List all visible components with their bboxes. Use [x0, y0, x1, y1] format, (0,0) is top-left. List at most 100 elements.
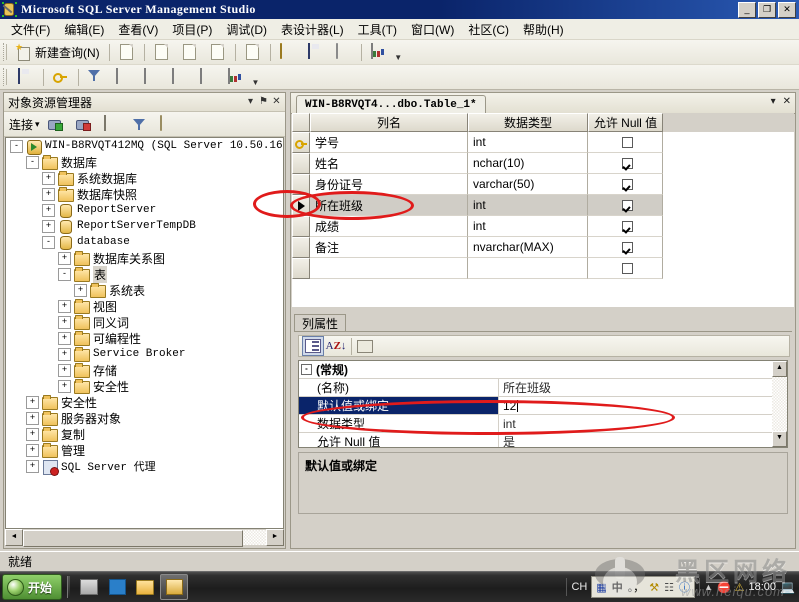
connect-button[interactable]: 连接 ▾	[7, 116, 42, 133]
column-name-cell[interactable]	[310, 258, 468, 279]
column-name-cell[interactable]: 学号	[310, 132, 468, 153]
tree-node[interactable]: +ReportServerTempDB	[6, 218, 283, 234]
ime-settings-icon[interactable]: ☷	[664, 581, 674, 594]
property-row[interactable]: 默认值或绑定12	[299, 397, 772, 415]
expand-icon[interactable]: +	[58, 252, 71, 265]
open-file-button[interactable]	[275, 42, 301, 63]
data-type-cell[interactable]: nchar(10)	[468, 153, 588, 174]
tree-node[interactable]: +系统表	[6, 282, 283, 298]
close-button[interactable]: ✕	[778, 2, 796, 18]
ime-punctuation-icon[interactable]: 。，	[628, 579, 645, 595]
allow-nulls-checkbox[interactable]	[622, 221, 633, 232]
start-button[interactable]: 开始	[2, 574, 62, 600]
allow-nulls-cell[interactable]	[588, 132, 663, 153]
table-row[interactable]: 姓名nchar(10)	[292, 153, 794, 174]
grid-header-cell-2[interactable]: 数据类型	[468, 113, 588, 132]
menu-item-3[interactable]: 项目(P)	[165, 19, 219, 40]
category-collapse-icon[interactable]: -	[301, 364, 312, 375]
scroll-up-icon[interactable]: ▲	[772, 361, 787, 377]
row-selector[interactable]	[292, 237, 310, 258]
expand-icon[interactable]: +	[26, 428, 39, 441]
object-explorer-tree[interactable]: -WIN-B8RVQT412MQ (SQL Server 10.50.1600 …	[5, 137, 284, 529]
filter-icon[interactable]	[127, 114, 153, 135]
data-type-cell[interactable]: int	[468, 216, 588, 237]
allow-nulls-checkbox[interactable]	[622, 179, 633, 190]
property-row[interactable]: 数据类型int	[299, 415, 772, 433]
manage-check-constraints-button[interactable]	[139, 67, 165, 88]
allow-nulls-checkbox[interactable]	[622, 137, 633, 148]
tree-node[interactable]: +SQL Server 代理	[6, 458, 283, 474]
primary-key-icon[interactable]	[292, 132, 310, 153]
new-xmla-query-button[interactable]	[205, 42, 231, 63]
expand-icon[interactable]: +	[58, 332, 71, 345]
allow-nulls-checkbox[interactable]	[622, 263, 633, 274]
scroll-right-icon[interactable]: ►	[266, 529, 284, 546]
taskbar-item-ssms[interactable]	[160, 574, 188, 600]
manage-partitions-button[interactable]	[223, 67, 249, 88]
expand-icon[interactable]: +	[26, 396, 39, 409]
ime-help-icon[interactable]: ⓘ	[679, 579, 690, 595]
network-icon[interactable]: 💻	[780, 580, 795, 594]
relationships-button[interactable]	[83, 67, 109, 88]
toolbar-overflow-button[interactable]: ▼	[250, 67, 261, 87]
tree-node[interactable]: +数据库关系图	[6, 250, 283, 266]
properties-grid[interactable]: -(常规)(名称)所在班级默认值或绑定12数据类型int允许 Null 值是-表…	[298, 360, 788, 448]
column-name-cell[interactable]: 姓名	[310, 153, 468, 174]
property-pages-icon[interactable]	[355, 337, 375, 355]
scroll-track[interactable]	[23, 530, 266, 545]
categorized-icon[interactable]	[302, 336, 324, 356]
expand-icon[interactable]: +	[58, 316, 71, 329]
property-row[interactable]: (名称)所在班级	[299, 379, 772, 397]
column-grid[interactable]: 列名数据类型允许 Null 值学号int姓名nchar(10)身份证号varch…	[292, 113, 794, 307]
menu-item-8[interactable]: 社区(C)	[461, 19, 516, 40]
data-type-cell[interactable]	[468, 258, 588, 279]
manage-fulltext-index-button[interactable]	[195, 67, 221, 88]
collapse-icon[interactable]: -	[58, 268, 71, 281]
table-row[interactable]: 成绩int	[292, 216, 794, 237]
allow-nulls-checkbox[interactable]	[622, 242, 633, 253]
new-project-button[interactable]	[240, 42, 266, 63]
tab-list-dropdown-icon[interactable]: ▾	[771, 96, 776, 107]
menu-item-5[interactable]: 表设计器(L)	[274, 19, 351, 40]
property-row[interactable]: 允许 Null 值是	[299, 433, 772, 448]
save-button[interactable]	[303, 42, 329, 63]
tab-table-designer[interactable]: WIN-B8RVQT4...dbo.Table_1*	[296, 95, 486, 113]
scroll-thumb[interactable]	[23, 530, 243, 547]
expand-icon[interactable]: +	[58, 348, 71, 361]
refresh-script-icon[interactable]	[155, 114, 181, 135]
taskbar-item-powershell[interactable]	[104, 575, 130, 599]
property-value[interactable]: 12	[499, 397, 772, 414]
set-primary-key-button[interactable]	[48, 67, 74, 88]
allow-nulls-cell[interactable]	[588, 195, 663, 216]
expand-icon[interactable]: +	[42, 220, 55, 233]
new-dmx-query-button[interactable]	[177, 42, 203, 63]
toolbar-grip[interactable]	[3, 68, 10, 86]
row-selector[interactable]	[292, 258, 310, 279]
collapse-icon[interactable]: -	[42, 236, 55, 249]
menu-item-1[interactable]: 编辑(E)	[57, 19, 111, 40]
tree-node[interactable]: +视图	[6, 298, 283, 314]
scroll-left-icon[interactable]: ◄	[5, 529, 23, 546]
menu-item-6[interactable]: 工具(T)	[351, 19, 404, 40]
panel-dropdown-icon[interactable]: ▾	[244, 96, 257, 109]
stop-button[interactable]	[99, 114, 125, 135]
tree-node[interactable]: +系统数据库	[6, 170, 283, 186]
expand-icon[interactable]: +	[26, 412, 39, 425]
collapse-icon[interactable]: -	[26, 156, 39, 169]
property-value[interactable]: int	[499, 415, 772, 432]
expand-icon[interactable]: +	[42, 204, 55, 217]
object-explorer-hscrollbar[interactable]: ◄ ►	[5, 529, 284, 545]
tree-node[interactable]: +安全性	[6, 378, 283, 394]
tab-column-properties[interactable]: 列属性	[294, 314, 346, 331]
tree-node[interactable]: +同义词	[6, 314, 283, 330]
menu-item-0[interactable]: 文件(F)	[4, 19, 57, 40]
ime-language-indicator[interactable]: CH	[571, 581, 587, 593]
table-row[interactable]	[292, 258, 794, 279]
expand-icon[interactable]: +	[58, 300, 71, 313]
restore-button[interactable]: ❐	[758, 2, 776, 18]
tree-node[interactable]: -database	[6, 234, 283, 250]
expand-icon[interactable]: +	[42, 188, 55, 201]
property-category-row[interactable]: -(常规)	[299, 361, 772, 379]
new-query-button[interactable]: 新建查询(N)	[13, 42, 105, 63]
allow-nulls-cell[interactable]	[588, 258, 663, 279]
